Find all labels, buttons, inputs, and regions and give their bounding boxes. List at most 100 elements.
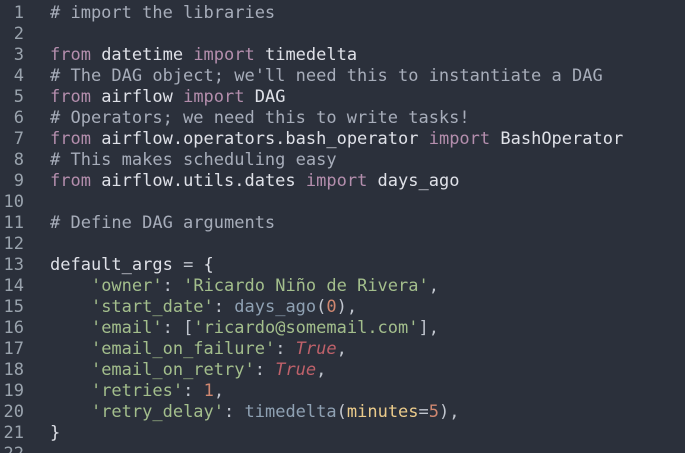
code-text: 'email_on_retry': True, (50, 360, 326, 381)
token-string: 'start_date' (90, 297, 214, 317)
code-text: 'email': ['ricardo@somemail.com'], (50, 318, 439, 339)
code-line[interactable]: 11 # Define DAG arguments (0, 213, 685, 234)
line-number: 16 (3, 318, 24, 338)
token-operator: : (213, 297, 235, 317)
token-number: 5 (428, 402, 440, 422)
token-keyword: from (50, 87, 91, 107)
token-string: 'retry_delay' (90, 402, 225, 422)
code-line[interactable]: 9 from airflow.utils.dates import days_ag… (0, 171, 685, 192)
token-string: 'email_on_failure' (90, 339, 276, 359)
code-text: 'start_date': days_ago(0), (50, 297, 357, 318)
code-line[interactable]: 1 # import the libraries (0, 3, 685, 24)
token-string: 'ricardo@somemail.com' (193, 318, 419, 338)
code-line[interactable]: 15 'start_date': days_ago(0), (0, 297, 685, 318)
code-line[interactable]: 6 # Operators; we need this to write task… (0, 108, 685, 129)
token-plain: DAG (244, 87, 286, 107)
line-number: 6 (13, 108, 24, 128)
token-keyword: import (305, 171, 368, 191)
code-text: from airflow import DAG (50, 87, 285, 108)
token-plain: } (50, 423, 61, 443)
token-string: 'owner' (90, 276, 163, 296)
code-line[interactable]: 8 # This makes scheduling easy (0, 150, 685, 171)
code-line[interactable]: 5 from airflow import DAG (0, 87, 685, 108)
line-number: 15 (3, 297, 24, 317)
code-line[interactable]: 4 # The DAG object; we'll need this to in… (0, 66, 685, 87)
line-number: 8 (13, 150, 24, 170)
token-keyword: from (50, 45, 91, 65)
line-number: 10 (3, 192, 24, 212)
code-line[interactable]: 7 from airflow.operators.bash_operator im… (0, 129, 685, 150)
token-plain: days_ago (367, 171, 460, 191)
code-line[interactable]: 2 (0, 24, 685, 45)
token-operator: : (183, 381, 204, 401)
code-text: default_args = { (50, 255, 214, 276)
line-number: 5 (13, 87, 24, 107)
token-operator: : (162, 276, 184, 296)
code-line[interactable]: 21} (0, 423, 685, 444)
token-operator: : (224, 402, 245, 422)
token-string: 'retries' (90, 381, 184, 401)
token-operator: ), (336, 297, 358, 317)
token-operator: , (316, 360, 327, 380)
token-keyword: from (50, 129, 91, 149)
code-text: # import the libraries (50, 3, 275, 24)
code-line[interactable]: 12 (0, 234, 685, 255)
token-comment: # Operators; we need this to write tasks… (50, 108, 470, 128)
token-plain: airflow.operators.bash_operator (90, 129, 429, 149)
line-number: 20 (3, 402, 24, 422)
token-string: 'Ricardo Niño de Rivera' (183, 276, 429, 296)
token-plain: datetime (90, 45, 194, 65)
code-text: # The DAG object; we'll need this to ins… (50, 66, 603, 87)
token-comment: # The DAG object; we'll need this to ins… (50, 66, 603, 86)
line-number: 11 (3, 213, 24, 233)
line-number: 2 (13, 24, 24, 44)
line-number: 22 (0, 444, 24, 453)
line-number: 7 (13, 129, 24, 149)
token-number: 1 (203, 381, 214, 401)
code-line[interactable]: 20 'retry_delay': timedelta(minutes=5), (0, 402, 685, 423)
code-line[interactable]: 22 (0, 444, 685, 453)
code-line[interactable]: 18 'email_on_retry': True, (0, 360, 685, 381)
code-text: from airflow.utils.dates import days_ago (50, 171, 459, 192)
code-line[interactable]: 3 from datetime import timedelta (0, 45, 685, 66)
line-number: 1 (13, 3, 24, 23)
code-text: from datetime import timedelta (50, 45, 357, 66)
code-editor[interactable]: 1 # import the libraries 2 3 from datetime i… (0, 0, 685, 453)
token-operator: = (418, 402, 429, 422)
line-number: 3 (13, 45, 24, 65)
token-func: timedelta (244, 402, 337, 422)
token-plain: airflow (90, 87, 184, 107)
code-text: 'retries': 1, (50, 381, 224, 402)
token-operator: , (213, 381, 225, 401)
code-line[interactable]: 16 'email': ['ricardo@somemail.com'], (0, 318, 685, 339)
token-func: days_ago (234, 297, 317, 317)
code-text: from airflow.operators.bash_operator imp… (50, 129, 623, 150)
code-text: } (50, 423, 60, 444)
line-number: 4 (13, 66, 24, 86)
code-text: 'owner': 'Ricardo Niño de Rivera', (50, 276, 439, 297)
token-operator: : [ (162, 318, 194, 338)
token-comment: # import the libraries (50, 3, 276, 23)
line-number: 14 (3, 276, 24, 296)
token-operator: : (254, 360, 276, 380)
code-line[interactable]: 14 'owner': 'Ricardo Niño de Rivera', (0, 276, 685, 297)
code-line[interactable]: 13 default_args = { (0, 255, 685, 276)
code-lines: 1 # import the libraries 2 3 from datetime i… (0, 3, 685, 453)
token-keyword: import (428, 129, 491, 149)
code-line[interactable]: 17 'email_on_failure': True, (0, 339, 685, 360)
token-param: minutes (346, 402, 419, 422)
token-string: 'email_on_retry' (90, 360, 255, 380)
code-line[interactable]: 19 'retries': 1, (0, 381, 685, 402)
line-number: 19 (3, 381, 24, 401)
token-number: 0 (326, 297, 337, 317)
line-number: 21 (3, 423, 24, 443)
code-text: # Define DAG arguments (50, 213, 275, 234)
code-line[interactable]: 10 (0, 192, 685, 213)
